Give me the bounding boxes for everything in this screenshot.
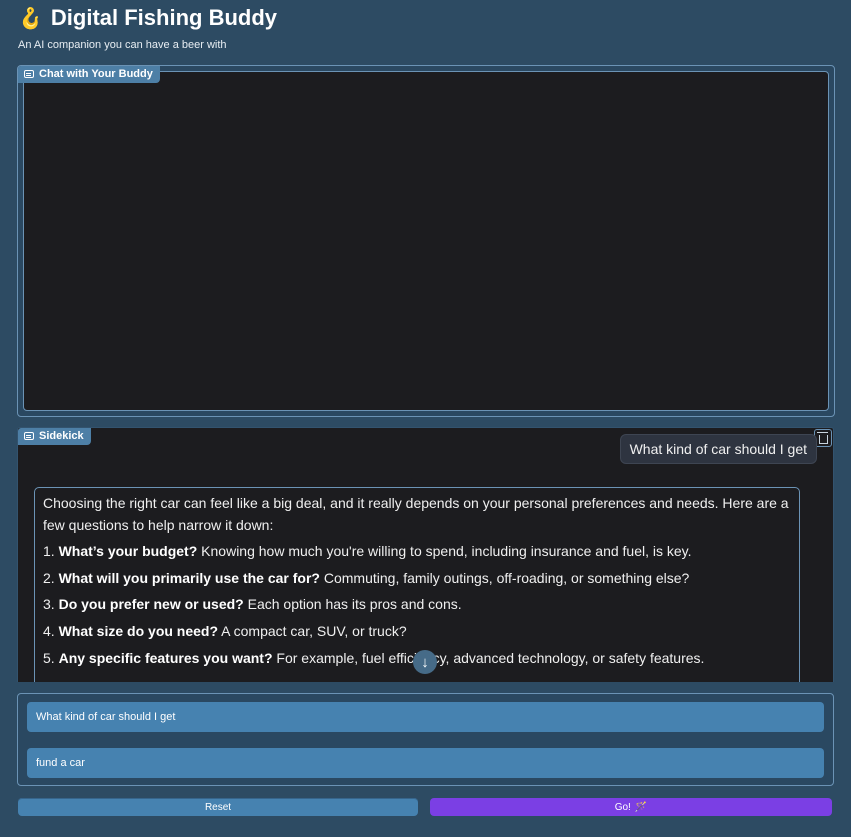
go-button[interactable]: Go! 🪄 bbox=[430, 798, 832, 816]
bot-question-list: 1. What’s your budget? Knowing how much … bbox=[43, 540, 791, 669]
bot-question-number: 1. bbox=[43, 543, 55, 559]
bot-question-heading: Do you prefer new or used? bbox=[58, 596, 244, 613]
chat-area[interactable] bbox=[23, 71, 829, 411]
app-title: Digital Fishing Buddy bbox=[50, 5, 278, 30]
fishing-hook-icon: 🪝 bbox=[18, 7, 43, 30]
bot-question-heading: What will you primarily use the car for? bbox=[58, 569, 320, 586]
bot-question-number: 5. bbox=[43, 649, 55, 666]
sidekick-panel-label: Sidekick bbox=[18, 428, 91, 445]
app-title-row: 🪝 Digital Fishing Buddy bbox=[18, 4, 277, 32]
reset-button-label: Reset bbox=[204, 801, 232, 813]
app-subtitle: An AI companion you can have a beer with bbox=[18, 39, 227, 51]
arrow-down-icon: ↓ bbox=[421, 653, 429, 671]
bot-question-number: 3. bbox=[43, 596, 55, 613]
bot-question-heading: What size do you need? bbox=[58, 623, 219, 640]
message-input[interactable]: What kind of car should I get bbox=[27, 702, 824, 732]
sidekick-panel: Sidekick What kind of car should I get C… bbox=[17, 427, 834, 682]
criteria-input[interactable]: fund a car bbox=[27, 748, 824, 778]
bot-question-item: 3. Do you prefer new or used? Each optio… bbox=[43, 593, 791, 615]
sidekick-panel-label-text: Sidekick bbox=[39, 430, 84, 442]
bot-question-detail: Commuting, family outings, off-roading, … bbox=[319, 569, 690, 586]
bot-question-item: 4. What size do you need? A compact car,… bbox=[43, 620, 791, 642]
chat-panel-label: Chat with Your Buddy bbox=[18, 66, 160, 83]
bot-question-number: 2. bbox=[43, 569, 55, 586]
bot-question-heading: Any specific features you want? bbox=[58, 649, 273, 666]
bot-question-detail: A compact car, SUV, or truck? bbox=[218, 623, 407, 640]
go-button-label: Go! bbox=[614, 801, 631, 813]
app-header: 🪝 Digital Fishing Buddy bbox=[18, 2, 277, 32]
chat-panel: Chat with Your Buddy bbox=[17, 65, 835, 417]
bot-question-detail: Knowing how much you're willing to spend… bbox=[197, 543, 692, 559]
bot-question-detail: Each option has its pros and cons. bbox=[243, 596, 462, 613]
chat-icon bbox=[24, 70, 34, 78]
magic-wand-icon: 🪄 bbox=[634, 801, 648, 813]
bot-question-number: 4. bbox=[43, 623, 55, 640]
chat-icon bbox=[24, 432, 34, 440]
bot-question-item: 1. What’s your budget? Knowing how much … bbox=[43, 540, 791, 562]
user-message-bubble: What kind of car should I get bbox=[619, 434, 817, 464]
bot-intro-text: Choosing the right car can feel like a b… bbox=[43, 495, 789, 533]
scroll-down-button[interactable]: ↓ bbox=[413, 650, 437, 674]
input-panel: What kind of car should I get fund a car bbox=[17, 693, 834, 786]
reset-button[interactable]: Reset bbox=[18, 798, 418, 816]
bot-question-heading: What’s your budget? bbox=[58, 543, 198, 559]
chat-panel-label-text: Chat with Your Buddy bbox=[39, 68, 153, 80]
bot-question-item: 2. What will you primarily use the car f… bbox=[43, 567, 791, 589]
trash-icon bbox=[816, 432, 828, 444]
bot-question-detail: For example, fuel efficiency, advanced t… bbox=[272, 649, 705, 666]
